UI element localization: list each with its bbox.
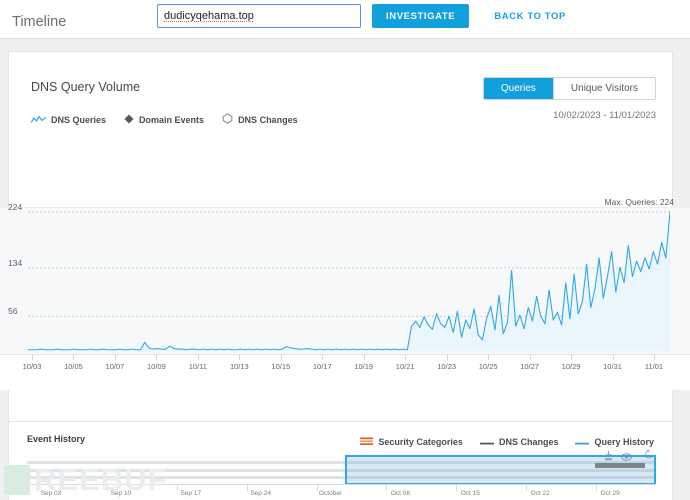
legend-label: DNS Queries [51,115,107,125]
tab-unique-visitors[interactable]: Unique Visitors [552,78,655,99]
chart-legend: DNS Queries Domain Events DNS Changes [30,111,298,129]
brush-track[interactable] [27,455,656,485]
legend-label: DNS Changes [238,115,298,125]
legend-item-dns-changes[interactable]: DNS Changes [222,111,298,129]
brush-axis-tick: Oct 29 [600,490,620,497]
brush-axis-tick: Oct 22 [530,490,550,497]
x-axis-tick-mark [322,355,324,360]
tab-queries[interactable]: Queries [483,78,553,99]
page-section-title: Timeline [12,14,67,30]
brush-axis-tick: Sep 17 [180,490,202,497]
x-axis-tick-mark [32,355,33,360]
brush-tick-mark [596,485,598,491]
x-axis-tick: 10/19 [354,362,374,371]
investigate-button[interactable]: INVESTIGATE [372,4,470,28]
date-range-label: 10/02/2023 - 11/01/2023 [553,110,656,121]
x-axis-tick: 10/15 [271,362,291,371]
brush-axis-tick: Sep 03 [40,490,62,497]
legend-label: DNS Changes [498,437,559,447]
legend-label: Query History [594,437,654,447]
brush-tick-mark [386,485,388,491]
y-axis-tick: 224 [8,202,23,212]
x-axis-tick: 10/13 [229,362,249,371]
diamond-icon [124,111,134,129]
brush-selection-window[interactable] [345,455,656,485]
x-axis-tick: 10/09 [147,362,166,371]
x-axis-tick-mark [446,355,448,360]
x-axis-tick-mark [197,355,199,360]
x-axis-tick-mark [571,355,573,360]
dns-query-series [28,211,670,351]
brush-axis: Sep 03 Sep 10 Sep 17 Sep 24 October Oct 08 Oct… [27,484,656,500]
x-axis-tick: 10/23 [437,362,457,371]
brush-axis-tick: October [318,490,343,497]
x-axis-tick-mark [612,355,614,360]
metric-toggle-group[interactable]: Queries Unique Visitors [482,77,656,100]
x-axis-tick-mark [73,355,75,360]
x-axis-tick-mark [654,355,655,360]
brush-tick-mark [176,485,178,491]
y-axis-tick: 56 [8,306,18,317]
page-body: Timeline DNS Query Volume Queries Unique… [0,14,690,500]
back-to-top-link[interactable]: BACK TO TOP [494,11,566,22]
search-group: INVESTIGATE BACK TO TOP [157,4,566,28]
brush-axis-tick: Oct 08 [390,490,411,497]
chart-title: DNS Query Volume [31,80,141,94]
brush-axis-tick: Oct 15 [460,490,480,497]
x-axis-tick-mark [239,355,241,360]
x-axis-tick: 10/21 [395,362,415,371]
x-axis-tick-mark [114,355,116,360]
x-axis-tick: 11/01 [644,362,664,371]
brush-tick-mark [456,485,458,491]
chart-plot-inner [28,208,670,355]
search-toolbar: INVESTIGATE BACK TO TOP [0,0,690,38]
chart-plot-area: 224 134 56 Max. Queries: 224 [0,197,690,355]
legend-label: Domain Events [139,115,205,125]
x-axis-tick-mark [529,355,531,360]
domain-search-input[interactable] [157,4,361,28]
line-icon [479,433,494,451]
legend-item-security-categories[interactable]: Security Categories [360,433,463,451]
x-axis-tick: 10/07 [105,362,125,371]
chart-x-axis: 10/03 10/05 10/07 10/09 10/11 10/13 10/15 10/17… [0,354,690,390]
x-axis-tick-mark [156,355,158,360]
x-axis-tick: 10/27 [520,362,539,371]
line-icon [575,433,590,451]
brush-drag-handle[interactable] [595,463,645,468]
x-axis-tick: 10/03 [22,362,42,371]
brush-tick-mark [316,485,318,491]
brush-tick-mark [37,485,38,491]
legend-item-dns-changes-event[interactable]: DNS Changes [479,433,559,451]
legend-item-dns-queries[interactable]: DNS Queries [30,111,107,129]
x-axis-tick: 10/25 [478,362,498,371]
brush-axis-tick: Sep 10 [110,490,132,497]
x-axis-tick: 10/29 [561,362,581,371]
x-axis-tick: 10/31 [603,362,622,371]
y-axis-tick: 134 [8,257,23,268]
brush-tick-mark [526,485,528,491]
legend-item-domain-events[interactable]: Domain Events [124,111,204,129]
x-axis-tick: 10/05 [64,362,83,371]
max-queries-annotation: Max. Queries: 224 [604,197,674,207]
event-history-title: Event History [27,434,86,444]
x-axis-tick-mark [280,355,282,360]
x-axis-tick-mark [488,355,490,360]
x-axis-tick-mark [363,355,365,360]
hexagon-outline-icon [222,111,233,129]
x-axis-tick: 10/17 [312,362,332,371]
legend-label: Security Categories [378,437,463,447]
x-axis-tick: 10/11 [188,362,207,371]
stacked-lines-icon [360,433,374,451]
line-chart-icon [30,111,47,129]
brush-axis-tick: Sep 24 [250,490,271,497]
x-axis-tick-mark [405,355,407,360]
event-history-panel: Event History Security Categories DNS Ch… [8,421,673,500]
brush-tick-mark [246,485,248,491]
brush-tick-mark [106,485,108,491]
